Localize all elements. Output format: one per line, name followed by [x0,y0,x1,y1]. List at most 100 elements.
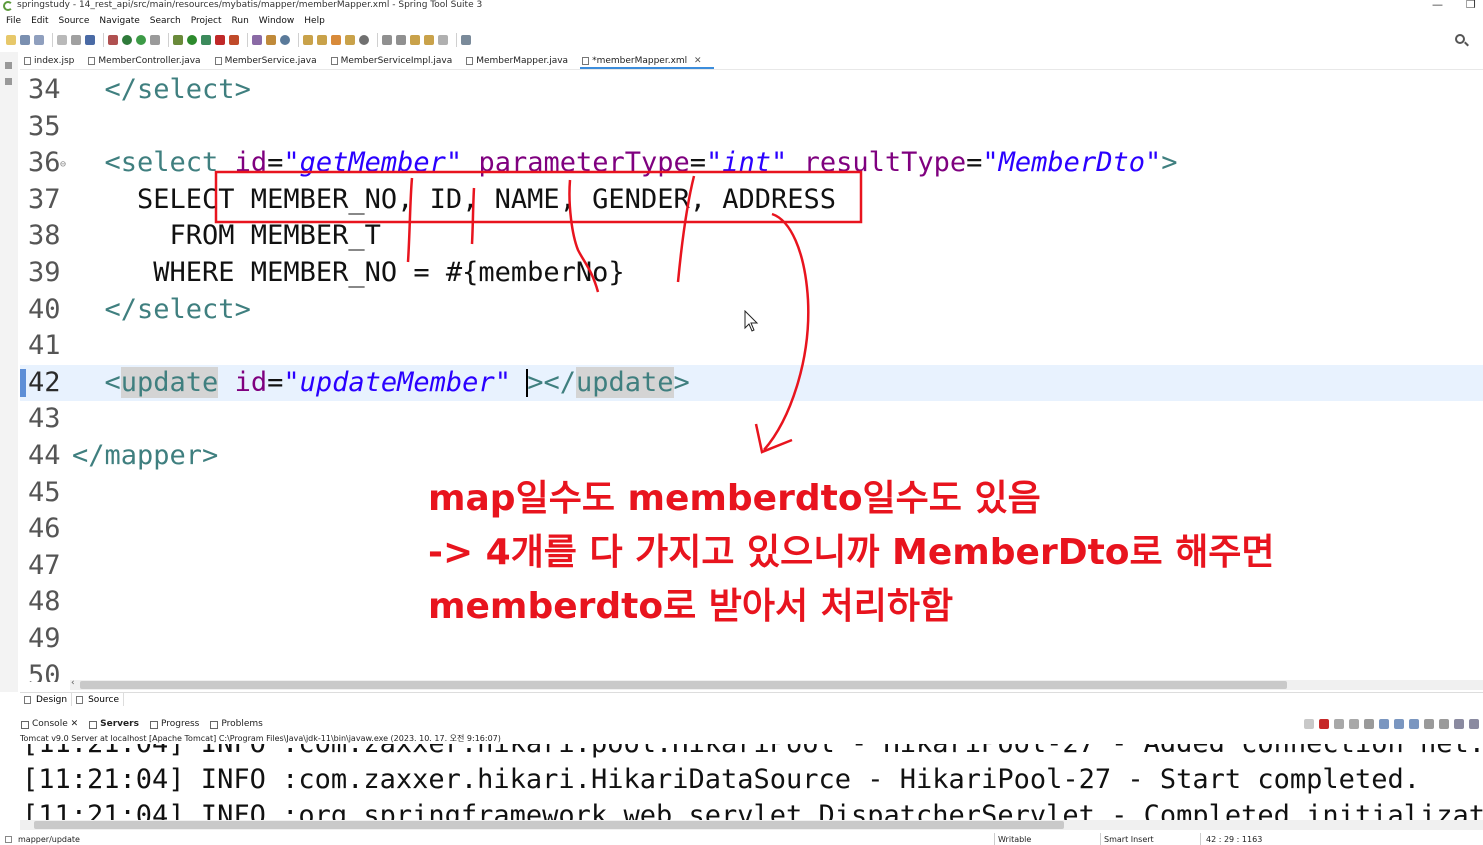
save-icon[interactable] [20,35,30,45]
code-line[interactable]: 37 SELECT MEMBER_NO, ID, NAME, GENDER, A… [20,182,1483,219]
skip-breakpoints-icon[interactable] [108,35,118,45]
open-console-icon[interactable] [1424,718,1434,729]
new-java-project-icon[interactable] [252,35,262,45]
bottom-panel-tabs: Console ✕ Servers Progress Problems [20,716,1483,731]
menu-search[interactable]: Search [150,16,181,26]
properties-icon[interactable] [71,35,81,45]
scroll-lock-icon[interactable] [1364,718,1374,729]
scroll-left-icon[interactable]: ‹ [71,678,75,688]
previous-annotation-icon[interactable] [396,35,406,45]
remove-launch-icon[interactable] [1334,718,1344,729]
tab-member-service[interactable]: MemberService.java [213,53,329,69]
scrollbar-thumb[interactable] [80,681,1287,689]
view-menu-icon[interactable] [1439,718,1449,729]
tab-progress[interactable]: Progress [149,719,199,729]
menu-edit[interactable]: Edit [31,16,48,26]
package-explorer-icon[interactable] [5,78,12,85]
console-toggle-icon[interactable] [85,35,95,45]
code-line[interactable]: 34 </select> [20,72,1483,109]
pen-icon[interactable] [331,35,341,45]
line-number: 49 [28,623,61,654]
minimize-view-icon[interactable] [1454,718,1464,729]
new-package-icon[interactable] [266,35,276,45]
pin-console-icon[interactable] [1394,718,1404,729]
tab-problems[interactable]: Problems [209,719,263,729]
editor-horizontal-scrollbar[interactable]: ‹ [70,678,1483,690]
stop-icon[interactable] [215,35,225,45]
console-process-label: Tomcat v9.0 Server at localhost [Apache … [20,734,501,743]
refresh-icon[interactable] [136,35,146,45]
close-icon[interactable]: ✕ [694,56,702,66]
console-line: [11:21:04] INFO :org.springframework.web… [22,800,1483,820]
tab-index-jsp[interactable]: index.jsp [22,53,86,69]
new-icon[interactable] [6,35,16,45]
close-icon[interactable]: ✕ [71,719,79,729]
run-icon[interactable] [187,35,197,45]
code-line[interactable]: 36 ⊖ <select id="getMember" parameterType… [20,145,1483,182]
scrollbar-thumb[interactable] [34,821,1064,829]
tab-source[interactable]: Source [72,693,124,706]
clear-icon[interactable] [1304,718,1314,729]
line-number: 41 [28,330,61,362]
design-icon [24,696,31,704]
menu-navigate[interactable]: Navigate [99,16,139,26]
open-perspective-icon[interactable] [461,35,471,45]
tab-member-mapper-xml[interactable]: *memberMapper.xml ✕ [580,53,714,69]
tab-console[interactable]: Console ✕ [20,719,78,729]
element-icon [5,836,12,843]
maximize-view-icon[interactable] [1469,718,1479,729]
tab-servers[interactable]: Servers [88,719,139,729]
menu-window[interactable]: Window [259,16,295,26]
forward-icon[interactable] [438,35,448,45]
open-resource-icon[interactable] [317,35,327,45]
menu-run[interactable]: Run [232,16,249,26]
external-tools-icon[interactable] [229,35,239,45]
code-line[interactable]: 35 [20,109,1483,146]
save-all-icon[interactable] [34,35,44,45]
tab-member-mapper-java[interactable]: MemberMapper.java [464,53,580,69]
console-output[interactable]: [11:21:04] INFO :com.zaxxer.hikari.pool.… [20,744,1483,820]
search-icon[interactable] [1455,34,1465,44]
code-text: SELECT MEMBER_NO, ID, NAME, GENDER, ADDR… [72,183,837,215]
remove-all-icon[interactable] [1349,718,1359,729]
code-line[interactable]: 43 [20,401,1483,438]
fold-icon[interactable]: ⊖ [60,159,66,170]
tab-member-service-impl[interactable]: MemberServiceImpl.java [329,53,465,69]
menu-source[interactable]: Source [59,16,90,26]
server-start-icon[interactable] [122,35,132,45]
globe-icon[interactable] [359,35,369,45]
code-line[interactable]: 38 FROM MEMBER_T [20,218,1483,255]
restore-view-icon[interactable] [5,62,12,69]
last-edit-icon[interactable] [410,35,420,45]
folder-icon[interactable] [345,35,355,45]
annotation-line: memberdto로 받아서 처리하함 [428,586,954,627]
print-icon[interactable] [57,35,67,45]
console-horizontal-scrollbar[interactable] [20,820,1483,830]
back-icon[interactable] [424,35,434,45]
coverage-icon[interactable] [201,35,211,45]
restore-button[interactable]: ❐ [1466,0,1476,11]
menu-project[interactable]: Project [191,16,222,26]
next-annotation-icon[interactable] [382,35,392,45]
code-line[interactable]: 50 [20,658,1483,682]
window-title: springstudy - 14_rest_api/src/main/resou… [17,0,483,10]
minimize-button[interactable]: — [1432,0,1443,11]
show-on-output-icon[interactable] [1379,718,1389,729]
line-number: 47 [28,549,61,581]
wand-icon[interactable] [150,35,160,45]
tab-design[interactable]: Design [20,693,73,706]
terminate-icon[interactable] [1319,718,1329,729]
tab-label: MemberController.java [98,56,201,66]
display-console-icon[interactable] [1409,718,1419,729]
menu-help[interactable]: Help [304,16,325,26]
tab-member-controller[interactable]: MemberController.java [86,53,212,69]
code-line[interactable]: 39 WHERE MEMBER_NO = #{memberNo} [20,255,1483,292]
new-class-icon[interactable] [280,35,290,45]
code-line[interactable]: 42 <update id="updateMember" ></update> [20,364,1483,402]
menu-file[interactable]: File [6,16,21,26]
annotation-line: map일수도 memberdto일수도 있음 [428,478,1041,519]
open-type-icon[interactable] [303,35,313,45]
line-number: 42 [28,366,61,398]
code-line[interactable]: 44 </mapper> [20,438,1483,475]
debug-icon[interactable] [173,35,183,45]
